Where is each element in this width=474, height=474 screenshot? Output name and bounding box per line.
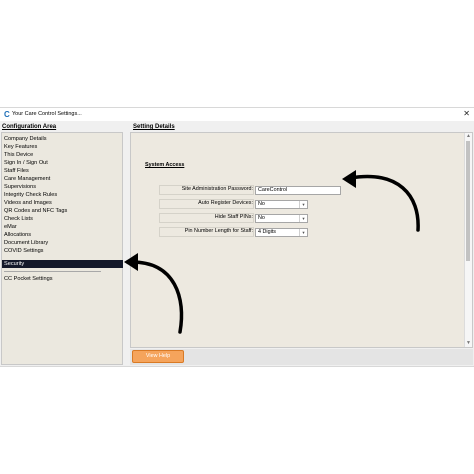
arrow-to-password-field [348,174,420,232]
annotation-arrows [124,170,420,334]
arrowhead-password-icon [342,170,356,188]
arrow-to-security-item [130,260,184,334]
arrowhead-security-icon [124,253,138,271]
